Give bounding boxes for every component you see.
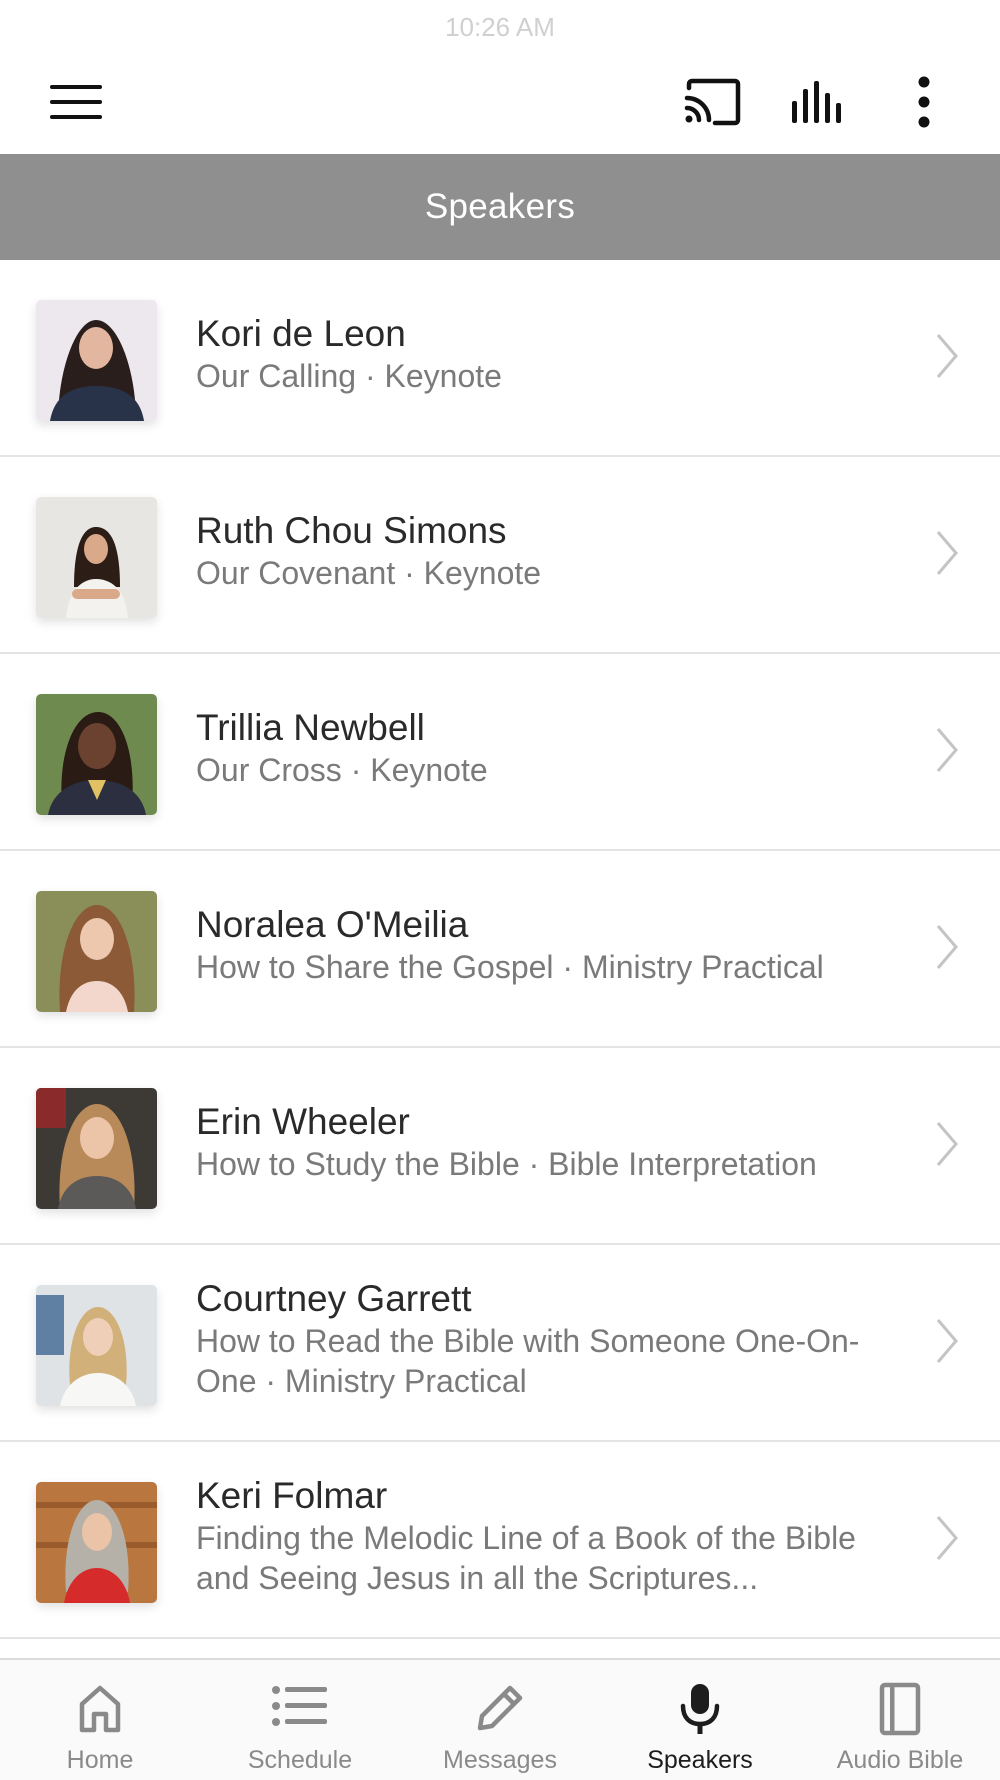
home-icon xyxy=(79,1685,121,1733)
speaker-photo xyxy=(36,1088,157,1209)
chevron-right-icon xyxy=(936,334,958,378)
chevron-right-icon xyxy=(936,1319,958,1363)
speaker-list: Kori de Leon Our Calling · Keynote Ruth … xyxy=(0,260,1000,1639)
speaker-name: Courtney Garrett xyxy=(196,1278,472,1319)
book-icon xyxy=(879,1682,921,1736)
audio-levels-button[interactable] xyxy=(776,66,860,138)
speaker-photo xyxy=(36,1482,157,1603)
speaker-subtitle: How to Read the Bible with Someone One-O… xyxy=(196,1323,860,1399)
speaker-subtitle: Our Calling · Keynote xyxy=(196,358,502,394)
status-time: 10:26 AM xyxy=(445,12,555,42)
speaker-subtitle: Our Covenant · Keynote xyxy=(196,555,542,591)
chevron-right-icon xyxy=(936,728,958,772)
more-vertical-icon xyxy=(918,76,930,128)
speaker-photo xyxy=(36,497,157,618)
tab-label: Messages xyxy=(443,1746,557,1774)
page-header: Speakers xyxy=(0,154,1000,260)
chevron-right-icon xyxy=(936,531,958,575)
menu-button[interactable] xyxy=(34,66,118,138)
microphone-icon xyxy=(680,1684,720,1734)
speaker-row[interactable]: Noralea O'Meilia How to Share the Gospel… xyxy=(0,851,1000,1048)
speaker-photo xyxy=(36,300,157,421)
chevron-right-icon xyxy=(936,1516,958,1560)
speaker-subtitle: How to Share the Gospel · Ministry Pract… xyxy=(196,949,824,985)
top-app-bar xyxy=(0,50,1000,154)
speaker-row[interactable]: Kori de Leon Our Calling · Keynote xyxy=(0,260,1000,457)
chevron-right-icon xyxy=(936,925,958,969)
speaker-row[interactable]: Keri Folmar Finding the Melodic Line of … xyxy=(0,1442,1000,1639)
bottom-tab-bar: Home Schedule Messages Speakers Audio Bi… xyxy=(0,1658,1000,1780)
tab-schedule[interactable]: Schedule xyxy=(200,1660,400,1780)
speaker-name: Noralea O'Meilia xyxy=(196,904,469,945)
speaker-name: Ruth Chou Simons xyxy=(196,510,507,551)
tab-label: Home xyxy=(66,1746,134,1774)
status-bar: 10:26 AM xyxy=(0,0,1000,50)
tab-label: Schedule xyxy=(247,1746,353,1774)
audio-bars-icon xyxy=(792,81,841,123)
speaker-photo xyxy=(36,891,157,1012)
speaker-name: Erin Wheeler xyxy=(196,1101,410,1142)
pencil-icon xyxy=(477,1685,523,1731)
speaker-name: Trillia Newbell xyxy=(196,707,425,748)
tab-home[interactable]: Home xyxy=(0,1660,200,1780)
cast-button[interactable] xyxy=(670,66,754,138)
speaker-photo xyxy=(36,694,157,815)
speaker-row[interactable]: Erin Wheeler How to Study the Bible · Bi… xyxy=(0,1048,1000,1245)
tab-messages[interactable]: Messages xyxy=(400,1660,600,1780)
tab-audio-bible[interactable]: Audio Bible xyxy=(800,1660,1000,1780)
list-icon xyxy=(272,1686,327,1726)
speaker-row[interactable]: Ruth Chou Simons Our Covenant · Keynote xyxy=(0,457,1000,654)
speaker-row[interactable]: Courtney Garrett How to Read the Bible w… xyxy=(0,1245,1000,1442)
speaker-subtitle: Finding the Melodic Line of a Book of th… xyxy=(196,1520,856,1596)
speaker-subtitle: Our Cross · Keynote xyxy=(196,752,488,788)
speaker-name: Kori de Leon xyxy=(196,313,406,354)
tab-label: Speakers xyxy=(647,1746,753,1774)
speaker-name: Keri Folmar xyxy=(196,1475,388,1516)
more-options-button[interactable] xyxy=(882,66,966,138)
cast-icon xyxy=(684,78,741,126)
page-title: Speakers xyxy=(424,187,576,226)
speaker-subtitle: How to Study the Bible · Bible Interpret… xyxy=(196,1146,817,1182)
hamburger-icon xyxy=(50,85,102,119)
tab-label: Audio Bible xyxy=(836,1746,964,1774)
tab-speakers[interactable]: Speakers xyxy=(600,1660,800,1780)
chevron-right-icon xyxy=(936,1122,958,1166)
speaker-row[interactable]: Trillia Newbell Our Cross · Keynote xyxy=(0,654,1000,851)
speaker-photo xyxy=(36,1285,157,1406)
